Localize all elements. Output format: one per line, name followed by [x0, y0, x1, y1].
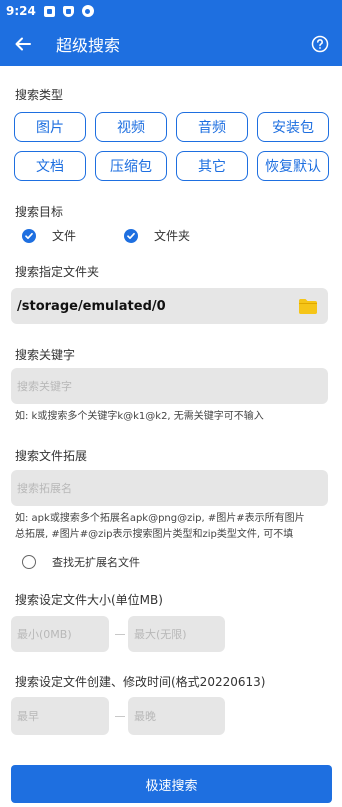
shield-icon	[62, 5, 74, 17]
chip-apk[interactable]: 安装包	[257, 112, 329, 142]
chip-video[interactable]: 视频	[95, 112, 167, 142]
min-size-placeholder: 最小(0MB)	[17, 628, 72, 641]
range-separator	[115, 716, 125, 717]
max-size-placeholder: 最大(无限)	[134, 628, 187, 641]
extension-input[interactable]: 搜索拓展名	[11, 470, 328, 506]
search-type-label: 搜索类型	[15, 88, 64, 102]
check-icon	[22, 228, 36, 243]
help-icon	[311, 35, 329, 53]
no-extension-label: 查找无扩展名文件	[52, 556, 140, 569]
status-time: 9:24	[6, 4, 36, 18]
search-folder-label: 搜索指定文件夹	[15, 265, 100, 279]
file-checkbox[interactable]: 文件	[22, 227, 76, 244]
range-separator	[115, 634, 125, 635]
extension-hint-line1: 如: apk或搜索多个拓展名apk@png@zip, #图片#表示所有图片	[15, 513, 305, 524]
no-extension-radio[interactable]: 查找无扩展名文件	[22, 554, 140, 570]
size-label: 搜索设定文件大小(单位MB)	[15, 593, 163, 607]
folder-checkbox[interactable]: 文件夹	[124, 227, 190, 244]
keyword-input[interactable]: 搜索关键字	[11, 368, 328, 404]
file-checkbox-label: 文件	[52, 229, 77, 243]
folder-checkbox-label: 文件夹	[154, 229, 191, 243]
fast-search-button[interactable]: 极速搜索	[11, 765, 332, 803]
max-size-input[interactable]: 最大(无限)	[128, 616, 225, 652]
extension-hint-line2: 总拓展, #图片#@zip表示搜索图片类型和zip类型文件, 可不填	[15, 529, 294, 540]
page-title: 超级搜索	[56, 36, 121, 55]
app-notification-icon	[81, 5, 94, 17]
notification-icon	[43, 5, 55, 17]
status-bar: 9:24	[0, 0, 342, 22]
keyword-label: 搜索关键字	[15, 348, 76, 362]
earliest-placeholder: 最早	[17, 710, 39, 723]
chip-audio[interactable]: 音频	[176, 112, 248, 142]
extension-label: 搜索文件拓展	[15, 449, 88, 463]
chip-image[interactable]: 图片	[14, 112, 86, 142]
folder-path-value: /storage/emulated/0	[17, 298, 166, 314]
latest-placeholder: 最晚	[134, 710, 156, 723]
chip-archive[interactable]: 压缩包	[95, 151, 167, 181]
radio-icon	[22, 555, 36, 569]
help-button[interactable]	[298, 22, 342, 66]
earliest-date-input[interactable]: 最早	[11, 697, 109, 735]
app-bar: 超级搜索	[0, 22, 342, 66]
check-icon	[124, 228, 138, 243]
time-label: 搜索设定文件创建、修改时间(格式20220613)	[15, 675, 266, 689]
back-button[interactable]	[0, 22, 46, 66]
search-target-label: 搜索目标	[15, 205, 64, 219]
folder-icon[interactable]	[298, 298, 318, 315]
chip-document[interactable]: 文档	[14, 151, 86, 181]
folder-path-field[interactable]: /storage/emulated/0	[11, 288, 328, 324]
extension-placeholder: 搜索拓展名	[17, 482, 72, 495]
chip-reset-default[interactable]: 恢复默认	[257, 151, 329, 181]
latest-date-input[interactable]: 最晚	[128, 697, 225, 735]
keyword-hint: 如: k或搜索多个关键字k@k1@k2, 无需关键字可不输入	[15, 411, 264, 422]
back-arrow-icon	[15, 37, 31, 51]
chip-other[interactable]: 其它	[176, 151, 248, 181]
keyword-placeholder: 搜索关键字	[17, 380, 72, 393]
min-size-input[interactable]: 最小(0MB)	[11, 616, 109, 652]
